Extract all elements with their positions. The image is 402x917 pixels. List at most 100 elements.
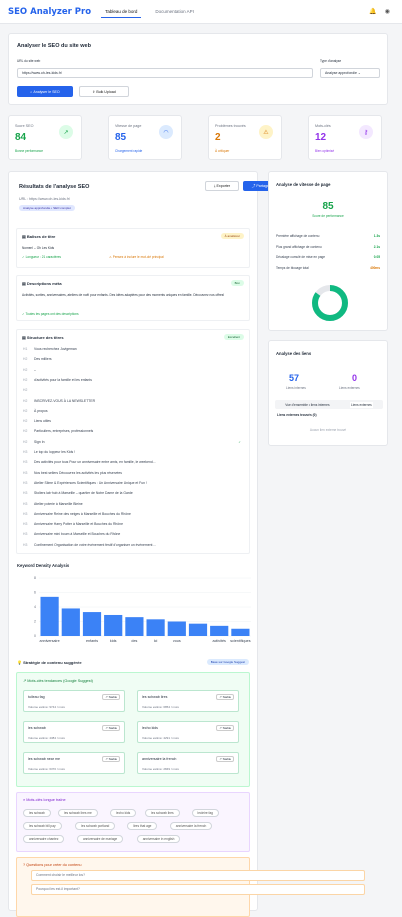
longtail-keyword-pill[interactable]: lecho kids: [110, 809, 137, 817]
results-card: Résultats de l'analyse SEO URL : https:/…: [8, 171, 365, 917]
question-item[interactable]: Comment choisir le meilleur los?: [31, 870, 365, 881]
heading-text: Vous recherchez Juvigeman: [34, 347, 77, 351]
tab-api-docs[interactable]: Documentation API: [151, 6, 198, 17]
x-tick-label: kids: [110, 639, 117, 643]
stat-page-speed: Vitesse de page 85 Chargement rapide ◠: [108, 115, 182, 160]
heading-level: H2: [23, 367, 28, 372]
heading-text: Particuliers, entreprises, professionnel…: [34, 429, 94, 434]
heading-row: H3 Stoliers lab·hub à Marseille – quartie…: [23, 491, 133, 495]
heading-level: H2: [23, 388, 28, 393]
trending-keyword-card[interactable]: les schwab near me ↗ Stable Volume estimé:…: [23, 752, 126, 774]
bell-icon[interactable]: 🔔: [369, 8, 376, 15]
heading-row: H3 Des activités pour tous Pour un annive…: [23, 460, 156, 464]
y-tick-label: 8: [34, 576, 36, 580]
heading-row: H2 d'activités pour la famille et les enf…: [23, 378, 92, 382]
trending-keyword-card[interactable]: lecho kids ↗ Stable Volume estimé: 4291 / …: [137, 721, 240, 743]
keyword-status: ↗ Stable: [216, 756, 235, 762]
bar: [125, 617, 144, 636]
heading-level: H3: [23, 511, 28, 516]
heading-level: H3: [23, 542, 28, 547]
meta-ok: ✓ Toutes les pages ont des descriptions: [22, 312, 79, 316]
url-input[interactable]: https://www.oh-les-kids.fr/: [17, 68, 313, 78]
bulk-upload-button[interactable]: ⇪ Bulk Upload: [79, 86, 129, 97]
heading-row: H1 Vous recherchez Juvigeman: [23, 347, 77, 351]
external-label: Liens externes: [339, 386, 360, 390]
longtail-keyword-pill[interactable]: les schwab portland: [75, 822, 116, 830]
user-icon[interactable]: ◉: [385, 8, 390, 15]
heading-text: Des milliers: [34, 357, 52, 362]
analysis-badge: Analyse approfondie • SEO complet: [19, 205, 75, 211]
heading-text: À propos: [34, 408, 48, 413]
heading-row: H3 Anniversaire Reine des neiges à Marsei…: [23, 512, 131, 516]
tab-external-links[interactable]: Liens externes: [350, 401, 373, 408]
analyze-form: Analyser le SEO du site web URL du site …: [8, 33, 388, 105]
heading-level: H2: [23, 419, 28, 424]
longtail-keyword-pill[interactable]: anniversaire de mariage: [77, 835, 124, 843]
trending-keyword-card[interactable]: anniversaire la french ↗ Stable Volume est…: [137, 752, 240, 774]
meta-status: Bon: [230, 280, 244, 286]
heading-level: H3: [23, 470, 28, 475]
bar: [61, 608, 80, 636]
top-navbar: SEO Analyzer Pro Tableau de bord Documen…: [0, 0, 402, 24]
trending-keyword-card[interactable]: tuileau fag ↗ Stable Volume estimé: 9744 /…: [23, 690, 126, 712]
x-tick-label: des: [131, 639, 137, 643]
speed-score-label: Score de performance: [312, 214, 344, 218]
longtail-keyword-pill[interactable]: les schwab bill pay: [23, 822, 62, 830]
heading-text: –: [34, 367, 36, 372]
question-item[interactable]: Pourquoi les est-il important?: [31, 884, 365, 895]
heading-text: Anniversaire mini boum à Marseille et Bo…: [34, 532, 121, 537]
longtail-keyword-pill[interactable]: les schwab lires me: [58, 809, 98, 817]
heading-text: Atelier poterie à Marseille Bleine: [34, 501, 83, 506]
heading-row: H3 Atelier poterie à Marseille Bleine: [23, 502, 83, 506]
heading-text: Sign In: [34, 439, 45, 444]
export-button[interactable]: ⤓ Exporter: [205, 181, 239, 191]
heading-level: H3: [23, 480, 28, 485]
metric-label: Plus grand affichage de contenu: [276, 244, 322, 249]
title-tags-heading: ▤ Balises de titre: [22, 234, 56, 239]
heading-text: Le top du loppeur les Kids !: [34, 450, 76, 454]
heading-row: H3 Anniversaire Harry Potter à Marseille …: [23, 522, 123, 526]
heading-row: H3 Anniversaire mini boum à Marseille et …: [23, 532, 120, 536]
analyze-button[interactable]: ⌕ Analyser le SEO: [17, 86, 73, 97]
longtail-keyword-pill[interactable]: anniversaire la french: [169, 822, 213, 830]
links-title: Analyse des liens: [276, 351, 312, 356]
keyword-volume: Volume estimé: 2849 / mois: [142, 767, 179, 771]
external-found: Liens externes trouvés (0): [277, 413, 317, 417]
longtail-keyword-pill[interactable]: lecleire fag: [191, 809, 219, 817]
heading-row: H2: [23, 388, 34, 392]
metric-label: Première affichage de contenu: [276, 234, 320, 238]
headings-section: ▤ Structure des titres Excellent H1 Vous …: [16, 329, 250, 554]
bar: [231, 628, 250, 636]
tab-internal-links[interactable]: Vue d'ensemble • liens internes: [285, 403, 329, 407]
x-tick-label: scientifiques: [230, 639, 250, 643]
title-tag-value: Nomen! – Oh Les Kids: [22, 246, 55, 250]
heading-level: H2: [23, 408, 28, 413]
speed-score: 85: [322, 201, 334, 212]
google-suggest-badge: Basé sur Google Suggest: [206, 659, 249, 665]
internal-label: Liens internes: [286, 386, 306, 390]
longtail-keyword-pill[interactable]: les schwab: [23, 809, 51, 817]
results-url: URL : https://www.oh-les-kids.fr/: [19, 197, 70, 201]
keyword-volume: Volume estimé: 6370 / mois: [28, 767, 65, 771]
heading-text: Anniversaire Harry Potter à Marseille et…: [34, 522, 123, 527]
analysis-type-select[interactable]: Analyse approfondie ⌄: [320, 68, 380, 78]
keyword-volume: Volume estimé: 9744 / mois: [28, 705, 65, 709]
tab-dashboard[interactable]: Tableau de bord: [101, 6, 142, 18]
keyword-text: tuileau fag: [28, 695, 45, 699]
trending-keyword-card[interactable]: les schwab lires ↗ Stable Volume estimé: 6…: [137, 690, 240, 712]
heading-level: H3: [23, 450, 28, 454]
title-tags-section: ▤ Balises de titre À améliorer Nomen! – …: [16, 228, 250, 268]
y-tick-label: 2: [34, 620, 36, 624]
speed-title: Analyse de vitesse de page: [276, 182, 331, 187]
links-tabs: Vue d'ensemble • liens internes Liens ex…: [275, 400, 383, 409]
heading-row: H3 Atelier Slime & Expériences Scientifiq…: [23, 481, 147, 485]
longtail-keyword-pill[interactable]: lires that age: [127, 822, 158, 830]
heading-text: Atelier Slime & Expériences Scientifique…: [34, 480, 147, 485]
longtail-keyword-pill[interactable]: anniversaire in english: [136, 835, 181, 843]
app-logo[interactable]: SEO Analyzer Pro: [8, 7, 91, 17]
trending-keyword-card[interactable]: les schwab ↗ Stable Volume estimé: 4384 / …: [23, 721, 126, 743]
longtail-keyword-pill[interactable]: anniversaire chantez: [23, 835, 65, 843]
keyword-volume: Volume estimé: 4291 / mois: [142, 736, 179, 740]
headings-status: Excellent: [223, 334, 244, 340]
longtail-keyword-pill[interactable]: les schwab lires: [145, 809, 180, 817]
